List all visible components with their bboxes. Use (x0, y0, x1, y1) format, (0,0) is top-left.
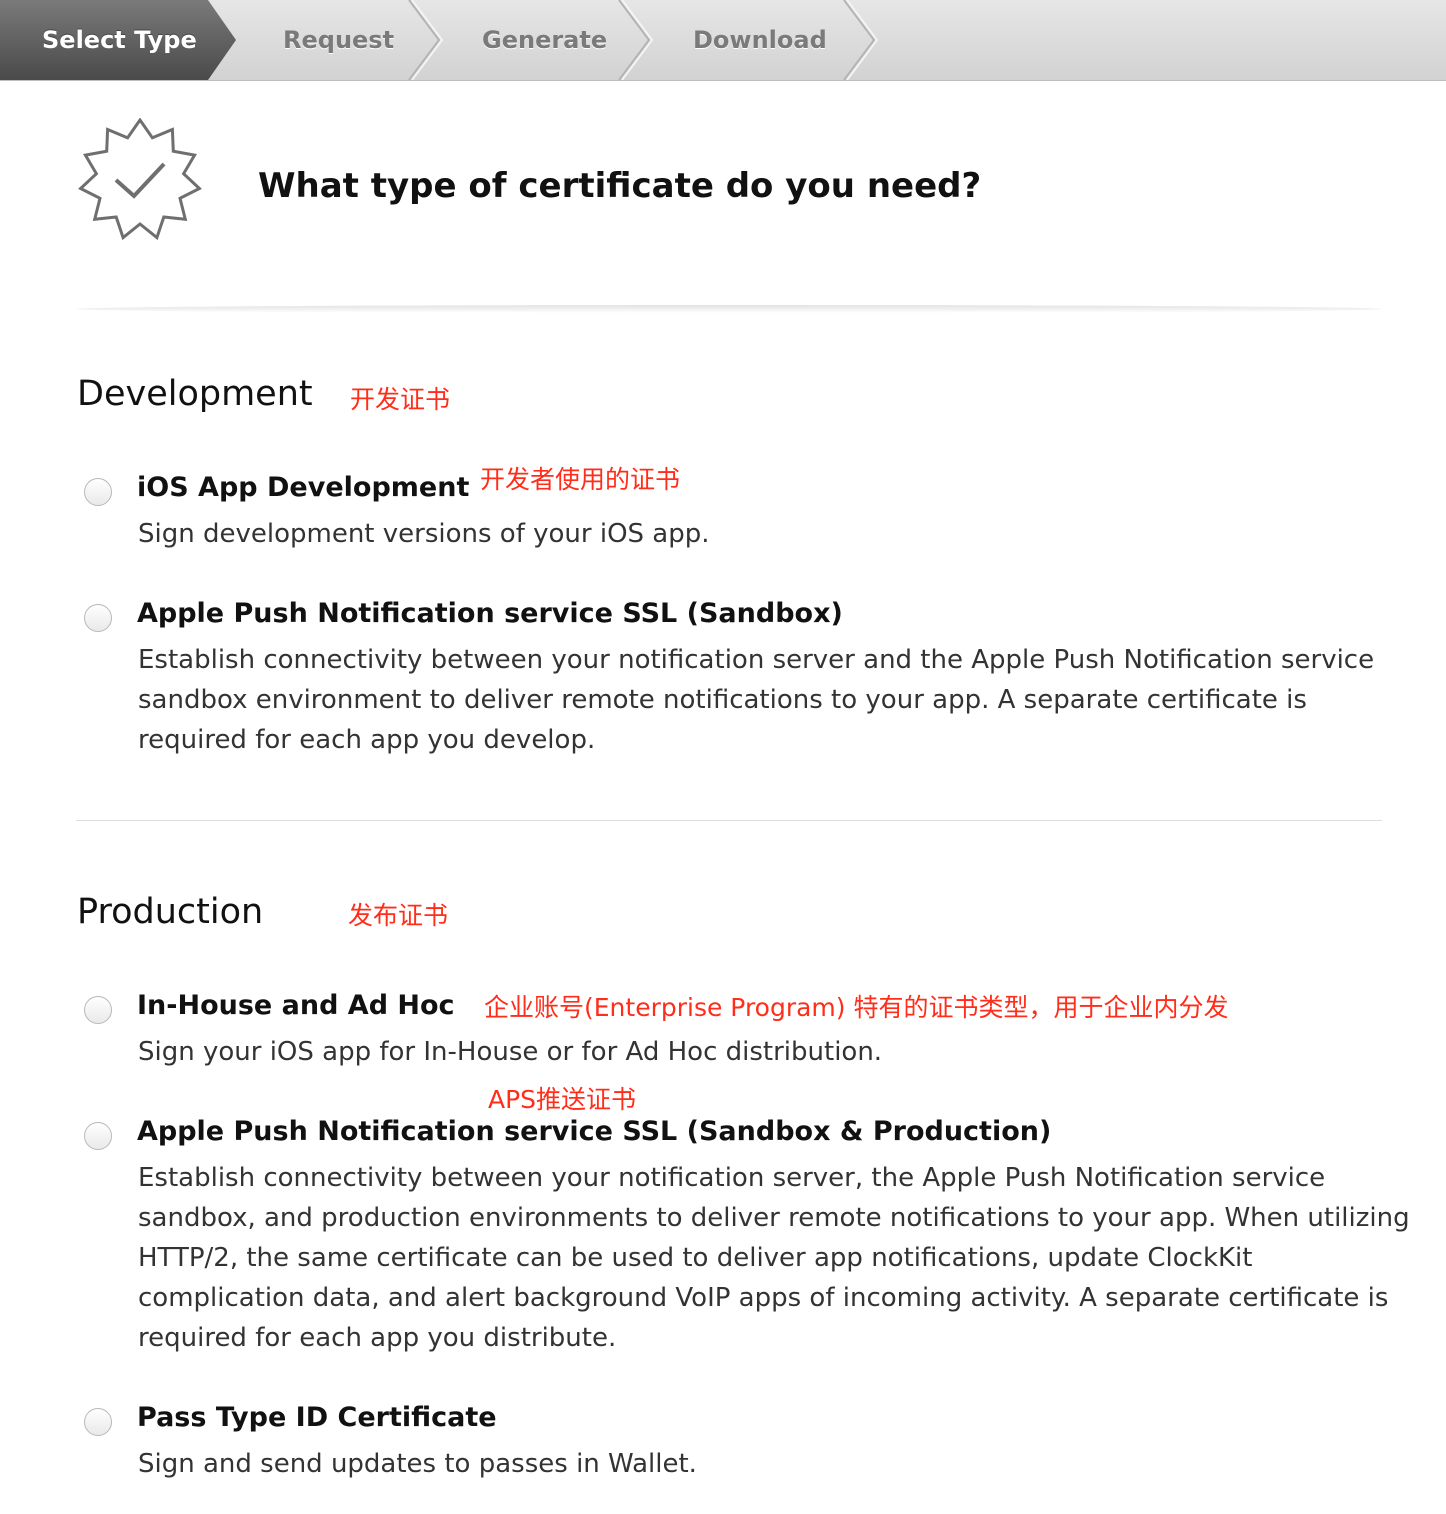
radio-button[interactable] (84, 604, 112, 632)
section-title-production: Production (77, 892, 264, 932)
wizard-step-bar: Select Type Request Generate Download (0, 0, 1446, 81)
option-description: Sign and send updates to passes in Walle… (138, 1449, 697, 1479)
certificate-badge-icon (78, 118, 202, 241)
step-label: Generate (482, 26, 608, 54)
radio-button[interactable] (84, 1122, 112, 1150)
annotation-note: 企业账号(Enterprise Program) 特有的证书类型，用于企业内分发 (484, 993, 1229, 1022)
step-label: Select Type (42, 26, 197, 54)
annotation-note: 开发证书 (350, 385, 451, 414)
chevron-right-icon (618, 0, 654, 80)
page-title: What type of certificate do you need? (258, 166, 982, 206)
radio-button[interactable] (84, 1408, 112, 1436)
option-description: Establish connectivity between your noti… (138, 1163, 1410, 1353)
option-title[interactable]: Apple Push Notification service SSL (San… (137, 598, 843, 629)
step-label: Request (283, 26, 395, 54)
section-divider (76, 820, 1382, 821)
step-download[interactable]: Download (693, 0, 827, 80)
radio-button[interactable] (84, 996, 112, 1024)
annotation-note: 发布证书 (348, 901, 449, 930)
step-generate[interactable]: Generate (482, 0, 607, 80)
annotation-note: APS推送证书 (488, 1085, 637, 1114)
step-label: Download (693, 26, 827, 54)
option-description: Establish connectivity between your noti… (138, 645, 1375, 755)
annotation-note: 开发者使用的证书 (480, 465, 681, 494)
option-description: Sign development versions of your iOS ap… (138, 519, 710, 549)
radio-button[interactable] (84, 478, 112, 506)
option-title[interactable]: In-House and Ad Hoc (137, 990, 455, 1021)
step-request[interactable]: Request (283, 0, 394, 80)
chevron-right-icon (843, 0, 879, 80)
step-select-type[interactable]: Select Type (0, 0, 236, 80)
section-divider (76, 305, 1382, 313)
chevron-right-icon (408, 0, 444, 80)
option-title[interactable]: iOS App Development (137, 472, 469, 503)
section-title-development: Development (77, 374, 313, 414)
option-title[interactable]: Apple Push Notification service SSL (San… (137, 1116, 1051, 1147)
option-description: Sign your iOS app for In-House or for Ad… (138, 1037, 883, 1067)
option-title[interactable]: Pass Type ID Certificate (137, 1402, 497, 1433)
